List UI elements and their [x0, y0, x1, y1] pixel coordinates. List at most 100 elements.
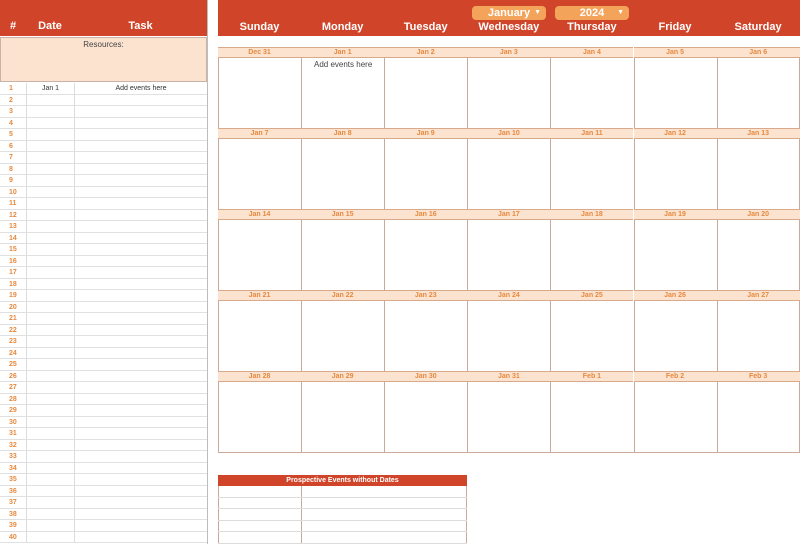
day-cell[interactable] — [218, 301, 301, 371]
task-date-cell[interactable] — [26, 301, 74, 312]
day-cell[interactable] — [467, 139, 550, 209]
task-text-cell[interactable] — [74, 186, 207, 197]
task-date-cell[interactable] — [26, 244, 74, 255]
task-text-cell[interactable] — [74, 94, 207, 105]
prospective-event-row[interactable] — [218, 509, 467, 521]
day-cell[interactable] — [550, 382, 633, 452]
prospective-event-row[interactable] — [218, 521, 467, 532]
day-cell[interactable] — [384, 382, 467, 452]
day-cell[interactable] — [716, 58, 800, 128]
day-cell[interactable]: Add events here — [301, 58, 384, 128]
task-date-cell[interactable] — [26, 508, 74, 519]
task-date-cell[interactable] — [26, 313, 74, 324]
task-date-cell[interactable] — [26, 278, 74, 289]
day-cell[interactable] — [716, 220, 800, 290]
task-text-cell[interactable] — [74, 313, 207, 324]
task-date-cell[interactable] — [26, 382, 74, 393]
day-cell[interactable] — [218, 220, 301, 290]
day-cell[interactable] — [467, 382, 550, 452]
day-cell[interactable] — [467, 58, 550, 128]
task-date-cell[interactable] — [26, 416, 74, 427]
task-date-cell[interactable] — [26, 175, 74, 186]
task-date-cell[interactable] — [26, 336, 74, 347]
day-cell[interactable] — [218, 58, 301, 128]
task-text-cell[interactable] — [74, 152, 207, 163]
task-date-cell[interactable] — [26, 439, 74, 450]
day-cell[interactable] — [301, 139, 384, 209]
task-date-cell[interactable] — [26, 232, 74, 243]
day-cell[interactable] — [633, 58, 717, 128]
task-date-cell[interactable] — [26, 370, 74, 381]
day-cell[interactable] — [550, 139, 633, 209]
day-cell[interactable] — [633, 139, 717, 209]
task-text-cell[interactable] — [74, 393, 207, 404]
task-date-cell[interactable] — [26, 347, 74, 358]
task-text-cell[interactable] — [74, 301, 207, 312]
task-text-cell[interactable] — [74, 508, 207, 519]
task-text-cell[interactable] — [74, 106, 207, 117]
day-cell[interactable] — [633, 382, 717, 452]
task-date-cell[interactable] — [26, 209, 74, 220]
day-cell[interactable] — [384, 58, 467, 128]
task-date-cell[interactable] — [26, 255, 74, 266]
task-text-cell[interactable] — [74, 520, 207, 531]
task-text-cell[interactable] — [74, 451, 207, 462]
task-text-cell[interactable] — [74, 232, 207, 243]
task-date-cell[interactable] — [26, 117, 74, 128]
task-date-cell[interactable] — [26, 531, 74, 542]
task-text-cell[interactable] — [74, 209, 207, 220]
task-date-cell[interactable] — [26, 221, 74, 232]
task-date-cell[interactable] — [26, 474, 74, 485]
prospective-event-row[interactable] — [218, 486, 467, 498]
task-text-cell[interactable] — [74, 428, 207, 439]
task-date-cell[interactable] — [26, 451, 74, 462]
task-date-cell[interactable] — [26, 129, 74, 140]
day-cell[interactable] — [301, 301, 384, 371]
prospective-event-row[interactable] — [218, 498, 467, 509]
task-date-cell[interactable] — [26, 428, 74, 439]
task-text-cell[interactable] — [74, 347, 207, 358]
task-text-cell[interactable] — [74, 485, 207, 496]
day-cell[interactable] — [716, 382, 800, 452]
task-date-cell[interactable] — [26, 198, 74, 209]
task-date-cell[interactable] — [26, 485, 74, 496]
task-text-cell[interactable] — [74, 370, 207, 381]
task-date-cell[interactable] — [26, 290, 74, 301]
task-text-cell[interactable] — [74, 462, 207, 473]
day-cell[interactable] — [218, 139, 301, 209]
task-text-cell[interactable] — [74, 531, 207, 542]
task-date-cell[interactable] — [26, 94, 74, 105]
day-cell[interactable] — [384, 139, 467, 209]
task-text-cell[interactable] — [74, 255, 207, 266]
month-selector[interactable]: January ▼ — [472, 6, 546, 20]
day-cell[interactable] — [218, 382, 301, 452]
day-cell[interactable] — [384, 220, 467, 290]
day-cell[interactable] — [301, 220, 384, 290]
task-text-cell[interactable] — [74, 198, 207, 209]
task-text-cell[interactable] — [74, 244, 207, 255]
task-date-cell[interactable] — [26, 267, 74, 278]
day-cell[interactable] — [550, 301, 633, 371]
task-text-cell[interactable] — [74, 336, 207, 347]
resources-cell[interactable]: Resources: — [0, 37, 207, 82]
task-date-cell[interactable] — [26, 186, 74, 197]
task-date-cell[interactable] — [26, 163, 74, 174]
day-cell[interactable] — [467, 301, 550, 371]
task-date-cell[interactable] — [26, 462, 74, 473]
day-cell[interactable] — [467, 220, 550, 290]
day-cell[interactable] — [384, 301, 467, 371]
task-text-cell[interactable] — [74, 278, 207, 289]
day-cell[interactable] — [301, 382, 384, 452]
day-cell[interactable] — [550, 220, 633, 290]
prospective-event-row[interactable] — [218, 532, 467, 544]
task-date-cell[interactable] — [26, 324, 74, 335]
task-text-cell[interactable] — [74, 117, 207, 128]
task-date-cell[interactable] — [26, 152, 74, 163]
task-text-cell[interactable] — [74, 382, 207, 393]
task-text-cell[interactable] — [74, 416, 207, 427]
task-text-cell[interactable] — [74, 175, 207, 186]
task-text-cell[interactable] — [74, 359, 207, 370]
day-cell[interactable] — [633, 220, 717, 290]
task-text-cell[interactable] — [74, 405, 207, 416]
year-selector[interactable]: 2024 ▼ — [555, 6, 629, 20]
